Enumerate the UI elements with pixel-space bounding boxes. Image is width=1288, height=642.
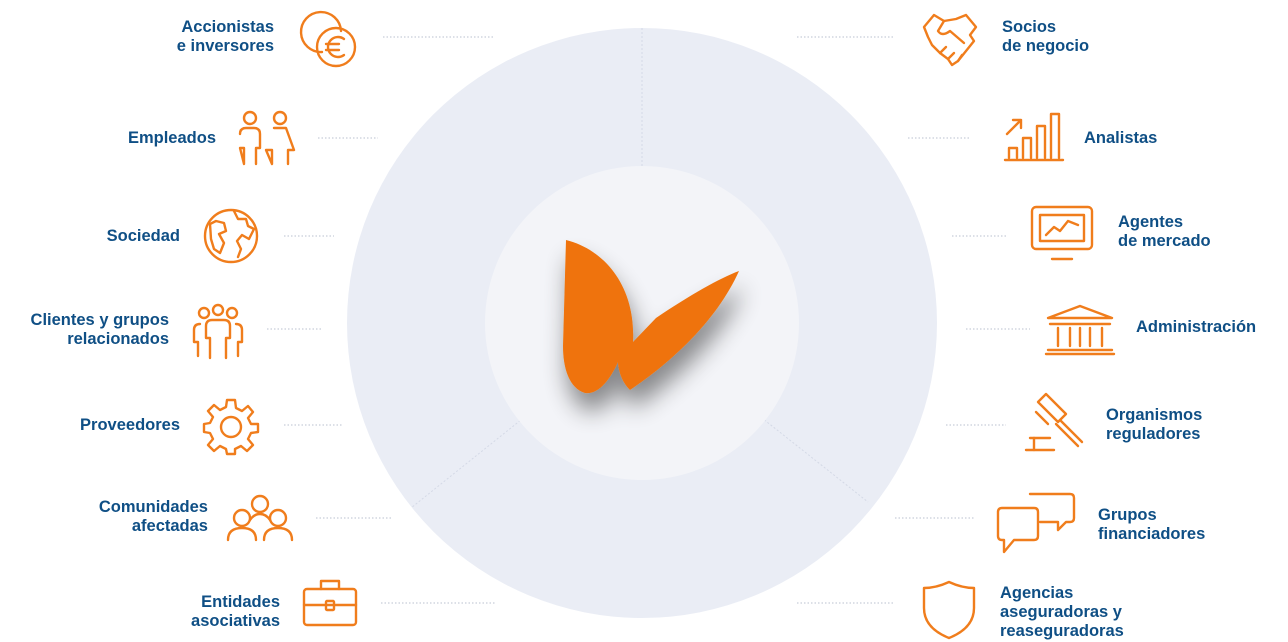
stakeholder-label-accionistas: Accionistas e inversores — [176, 18, 274, 55]
community-icon — [226, 494, 294, 542]
stakeholder-label-entidades: Entidades asociativas — [191, 593, 280, 630]
inner-disc — [485, 166, 799, 480]
stakeholder-label-administracion: Administración — [1136, 318, 1257, 336]
stakeholder-label-empleados: Empleados — [127, 129, 216, 147]
stakeholder-label-analistas: Analistas — [1084, 129, 1158, 147]
briefcase-icon — [302, 577, 358, 629]
employees-icon — [236, 110, 298, 168]
globe-icon — [202, 207, 260, 265]
stakeholder-label-organismos: Organismos reguladores — [1106, 406, 1203, 443]
stakeholder-label-proveedores: Proveedores — [80, 416, 180, 434]
stakeholder-label-socios: Socios de negocio — [1002, 18, 1090, 55]
chat-bubbles-icon — [996, 492, 1076, 558]
government-building-icon — [1044, 302, 1116, 356]
stakeholder-label-comunidades: Comunidades afectadas — [98, 498, 208, 535]
stakeholder-label-agencias: Agencias aseguradoras y reaseguradoras — [1000, 584, 1124, 640]
euro-coins-icon — [298, 9, 358, 69]
stakeholder-label-clientes: Clientes y grupos relacionados — [30, 311, 169, 348]
monitor-chart-icon — [1030, 205, 1094, 263]
stakeholder-label-grupos: Grupos financiadores — [1098, 506, 1206, 543]
handshake-icon — [920, 11, 980, 69]
shield-icon — [920, 580, 978, 640]
gear-icon — [202, 397, 260, 456]
gavel-icon — [1024, 392, 1088, 454]
stakeholder-diagram: Accionistas e inversores Empleados Socied… — [0, 0, 1288, 642]
group-people-icon — [190, 303, 246, 360]
stakeholder-label-sociedad: Sociedad — [106, 227, 180, 245]
stakeholder-label-agentes: Agentes de mercado — [1118, 213, 1211, 250]
bar-chart-icon — [1003, 110, 1065, 164]
